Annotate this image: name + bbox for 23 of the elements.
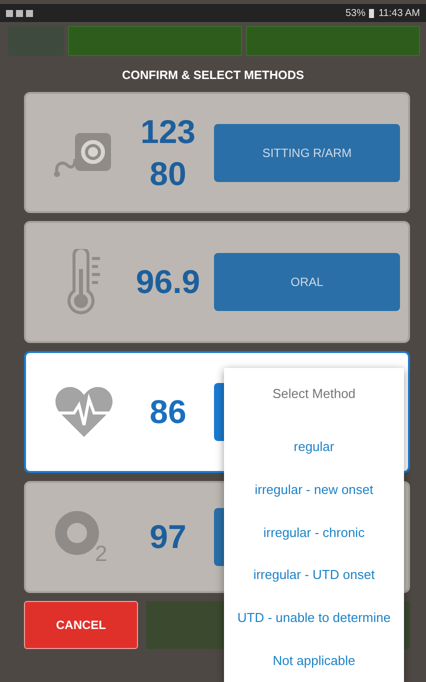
notification-icon [6, 10, 33, 16]
heart-pulse-icon [54, 385, 114, 439]
menu-title: Select Method [272, 385, 356, 403]
vital-card[interactable]: 96.9 ORAL [24, 221, 410, 343]
cancel-button[interactable]: CANCEL [24, 601, 138, 649]
clock: 11:43 AM [378, 8, 420, 18]
vital-value: 96.9 [136, 263, 200, 301]
method-button[interactable]: SITTING R/ARM [214, 124, 400, 182]
method-option[interactable]: regular [294, 426, 334, 469]
vital-value: 86 [150, 393, 186, 431]
method-option[interactable]: Not applicable [272, 639, 356, 682]
method-option[interactable]: UTD - unable to determine [237, 596, 391, 640]
battery-icon [369, 8, 374, 18]
vital-value: 97 [150, 518, 186, 556]
vital-value: 80 [150, 154, 186, 192]
battery-level: 53% [345, 8, 366, 18]
vital-value: 123 [140, 112, 196, 150]
method-option[interactable]: irregular - chronic [263, 511, 365, 554]
tab[interactable] [246, 26, 420, 56]
dialog-title: CONFIRM & SELECT METHODS [121, 67, 305, 84]
tab[interactable] [68, 26, 242, 56]
vital-card[interactable]: 123 80 SITTING R/ARM [24, 92, 410, 213]
method-button[interactable]: ORAL [214, 253, 400, 311]
